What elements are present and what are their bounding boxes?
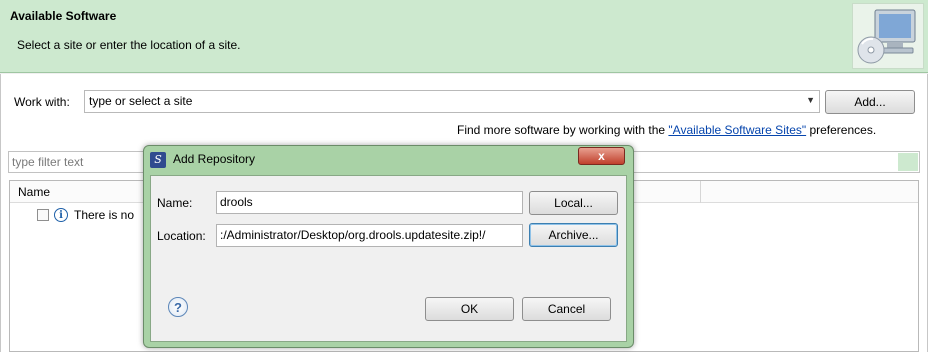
work-with-value: type or select a site [89, 94, 193, 108]
eclipse-app-icon: S [150, 152, 166, 168]
location-label: Location: [157, 229, 206, 243]
tree-row-text: There is no [74, 208, 135, 222]
add-site-button[interactable]: Add... [825, 90, 915, 114]
name-label: Name: [157, 196, 193, 210]
help-icon[interactable]: ? [168, 297, 188, 317]
local-button[interactable]: Local... [529, 191, 618, 215]
page-description: Select a site or enter the location of a… [17, 38, 241, 52]
work-with-combo[interactable]: type or select a site ▼ [84, 90, 820, 113]
clear-filter-icon[interactable] [898, 153, 918, 171]
dialog-titlebar[interactable]: S Add Repository x [144, 146, 633, 173]
column-divider[interactable] [700, 181, 701, 203]
find-more-text: Find more software by working with the "… [457, 123, 876, 137]
available-software-sites-link[interactable]: "Available Software Sites" [668, 123, 806, 137]
add-repository-dialog: S Add Repository x Name: drools Local...… [143, 145, 634, 348]
close-button[interactable]: x [578, 147, 625, 165]
archive-button[interactable]: Archive... [529, 223, 618, 247]
software-monitor-cd-icon [852, 3, 924, 69]
find-more-prefix: Find more software by working with the [457, 123, 669, 137]
dialog-title: Add Repository [173, 152, 256, 166]
ok-button[interactable]: OK [425, 297, 514, 321]
find-more-suffix: preferences. [806, 123, 877, 137]
work-with-label: Work with: [14, 95, 70, 109]
location-field[interactable]: :/Administrator/Desktop/org.drools.updat… [216, 224, 523, 247]
page-title: Available Software [10, 9, 117, 23]
column-header-name[interactable]: Name [18, 185, 50, 199]
header-banner: Available Software Select a site or ente… [0, 0, 928, 73]
info-icon: i [54, 208, 68, 222]
chevron-down-icon[interactable]: ▼ [806, 95, 815, 105]
cancel-button[interactable]: Cancel [522, 297, 611, 321]
dialog-body: Name: drools Local... Location: :/Admini… [150, 175, 627, 342]
row-checkbox[interactable] [37, 209, 49, 221]
name-field[interactable]: drools [216, 191, 523, 214]
